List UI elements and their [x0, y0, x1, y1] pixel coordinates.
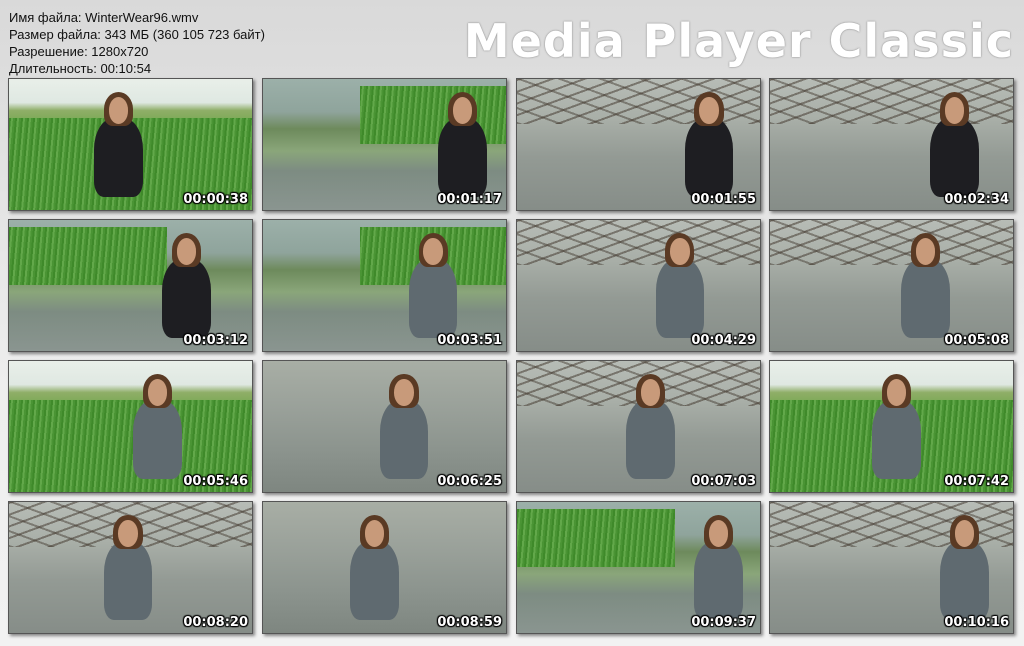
timestamp-label: 00:05:08 — [944, 333, 1009, 348]
woman-wading-thumbnail — [263, 502, 506, 633]
woman-closeup-water-thumbnail — [770, 220, 1013, 351]
thumbnail-frame[interactable]: 00:07:42 — [769, 360, 1014, 493]
timestamp-label: 00:05:46 — [183, 474, 248, 489]
duration: Длительность: 00:10:54 — [9, 61, 152, 76]
timestamp-label: 00:03:51 — [437, 333, 502, 348]
thumbnail-frame[interactable]: 00:05:46 — [8, 360, 253, 493]
thumbnail-frame[interactable]: 00:02:34 — [769, 78, 1014, 211]
woman-walking-reeds-thumbnail — [9, 220, 252, 351]
woman-floating-thumbnail — [770, 502, 1013, 633]
timestamp-label: 00:09:37 — [691, 615, 756, 630]
woman-portrait-water-thumbnail — [517, 361, 760, 492]
file-size: Размер файла: 343 МБ (360 105 723 байт) — [9, 27, 265, 42]
woman-floating-thumbnail — [9, 502, 252, 633]
woman-lying-in-water-thumbnail — [770, 79, 1013, 210]
timestamp-label: 00:07:03 — [691, 474, 756, 489]
timestamp-label: 00:03:12 — [183, 333, 248, 348]
timestamp-label: 00:02:34 — [944, 192, 1009, 207]
woman-standing-water-thumbnail — [263, 220, 506, 351]
woman-grass-lake-thumbnail — [770, 361, 1013, 492]
timestamp-label: 00:08:59 — [437, 615, 502, 630]
thumbnail-frame[interactable]: 00:04:29 — [516, 219, 761, 352]
file-info: Имя файла: WinterWear96.wmv Размер файла… — [9, 9, 265, 77]
thumbnail-frame[interactable]: 00:08:59 — [262, 501, 507, 634]
timestamp-label: 00:04:29 — [691, 333, 756, 348]
resolution: Разрешение: 1280x720 — [9, 44, 149, 59]
timestamp-label: 00:08:20 — [183, 615, 248, 630]
thumbnail-frame[interactable]: 00:07:03 — [516, 360, 761, 493]
thumbnail-frame[interactable]: 00:03:12 — [8, 219, 253, 352]
thumbnail-frame[interactable]: 00:03:51 — [262, 219, 507, 352]
thumbnail-frame[interactable]: 00:00:38 — [8, 78, 253, 211]
file-name: Имя файла: WinterWear96.wmv — [9, 10, 199, 25]
timestamp-label: 00:10:16 — [944, 615, 1009, 630]
thumbnail-frame[interactable]: 00:06:25 — [262, 360, 507, 493]
timestamp-label: 00:07:42 — [944, 474, 1009, 489]
timestamp-label: 00:00:38 — [183, 192, 248, 207]
timestamp-label: 00:01:55 — [691, 192, 756, 207]
woman-entering-water-thumbnail — [263, 79, 506, 210]
thumbnail-frame[interactable]: 00:05:08 — [769, 219, 1014, 352]
woman-walking-away-thumbnail — [517, 502, 760, 633]
woman-swimming-thumbnail — [263, 361, 506, 492]
woman-in-field-thumbnail — [9, 361, 252, 492]
woman-kneeling-in-water-thumbnail — [517, 79, 760, 210]
woman-in-field-thumbnail — [9, 79, 252, 210]
woman-arms-out-thumbnail — [517, 220, 760, 351]
thumbnail-frame[interactable]: 00:01:17 — [262, 78, 507, 211]
thumbnail-frame[interactable]: 00:10:16 — [769, 501, 1014, 634]
thumbnail-frame[interactable]: 00:08:20 — [8, 501, 253, 634]
thumbnail-frame[interactable]: 00:09:37 — [516, 501, 761, 634]
thumbnail-frame[interactable]: 00:01:55 — [516, 78, 761, 211]
timestamp-label: 00:06:25 — [437, 474, 502, 489]
brand-title: Media Player Classic — [463, 14, 1014, 68]
thumbnail-grid: 00:00:38 00:01:17 00:01:55 00:02:34 00:03:12… — [8, 78, 1016, 638]
timestamp-label: 00:01:17 — [437, 192, 502, 207]
